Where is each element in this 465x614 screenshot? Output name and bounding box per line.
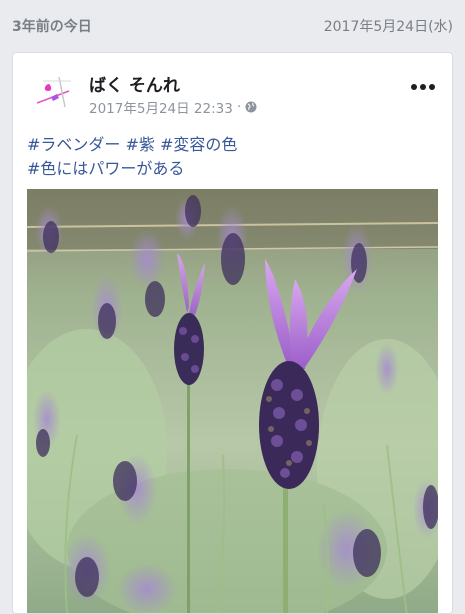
memory-header: 3年前の今日 2017年5月24日(水): [0, 0, 465, 52]
post-text-line-2[interactable]: #色にはパワーがある: [27, 157, 437, 181]
post-card: ばく そんれ 2017年5月24日 22:33 · #ラベンダー #紫 #変容の…: [12, 52, 453, 614]
lavender-photo: [27, 189, 438, 613]
post-meta: 2017年5月24日 22:33 ·: [89, 97, 257, 117]
years-ago-label: 3年前の今日: [12, 19, 92, 35]
avatar[interactable]: [29, 67, 77, 115]
post-text: #ラベンダー #紫 #変容の色 #色にはパワーがある: [27, 133, 437, 181]
avatar-logo-icon: [29, 67, 77, 115]
more-options-icon[interactable]: [410, 77, 436, 90]
author-name[interactable]: ばく そんれ: [89, 71, 180, 96]
post-timestamp[interactable]: 2017年5月24日 22:33: [89, 97, 233, 117]
meta-separator: ·: [236, 99, 242, 115]
globe-icon[interactable]: [245, 101, 257, 113]
post-photo[interactable]: [27, 189, 438, 613]
memory-date: 2017年5月24日(水): [323, 19, 453, 35]
post-text-line-1[interactable]: #ラベンダー #紫 #変容の色: [27, 133, 437, 157]
